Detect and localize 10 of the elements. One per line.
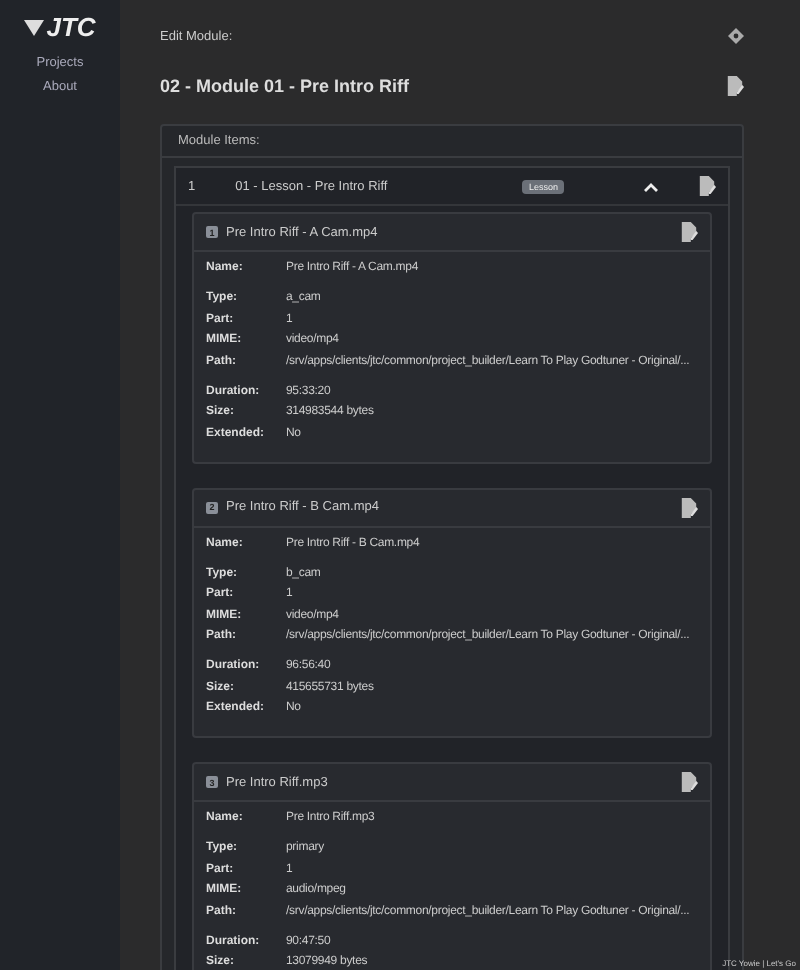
logo-triangle-icon (24, 19, 45, 35)
edit-icon[interactable] (680, 497, 698, 517)
edit-icon[interactable] (680, 222, 698, 242)
logo: JTC (46, 12, 96, 42)
edit-icon[interactable] (726, 76, 744, 96)
edit-icon[interactable] (698, 176, 716, 196)
caret-icon[interactable] (644, 181, 658, 191)
edit-icon[interactable] (680, 772, 698, 792)
page-title: 02 - Module 01 - Pre Intro Riff (160, 76, 410, 96)
diamond-icon[interactable] (728, 28, 744, 44)
